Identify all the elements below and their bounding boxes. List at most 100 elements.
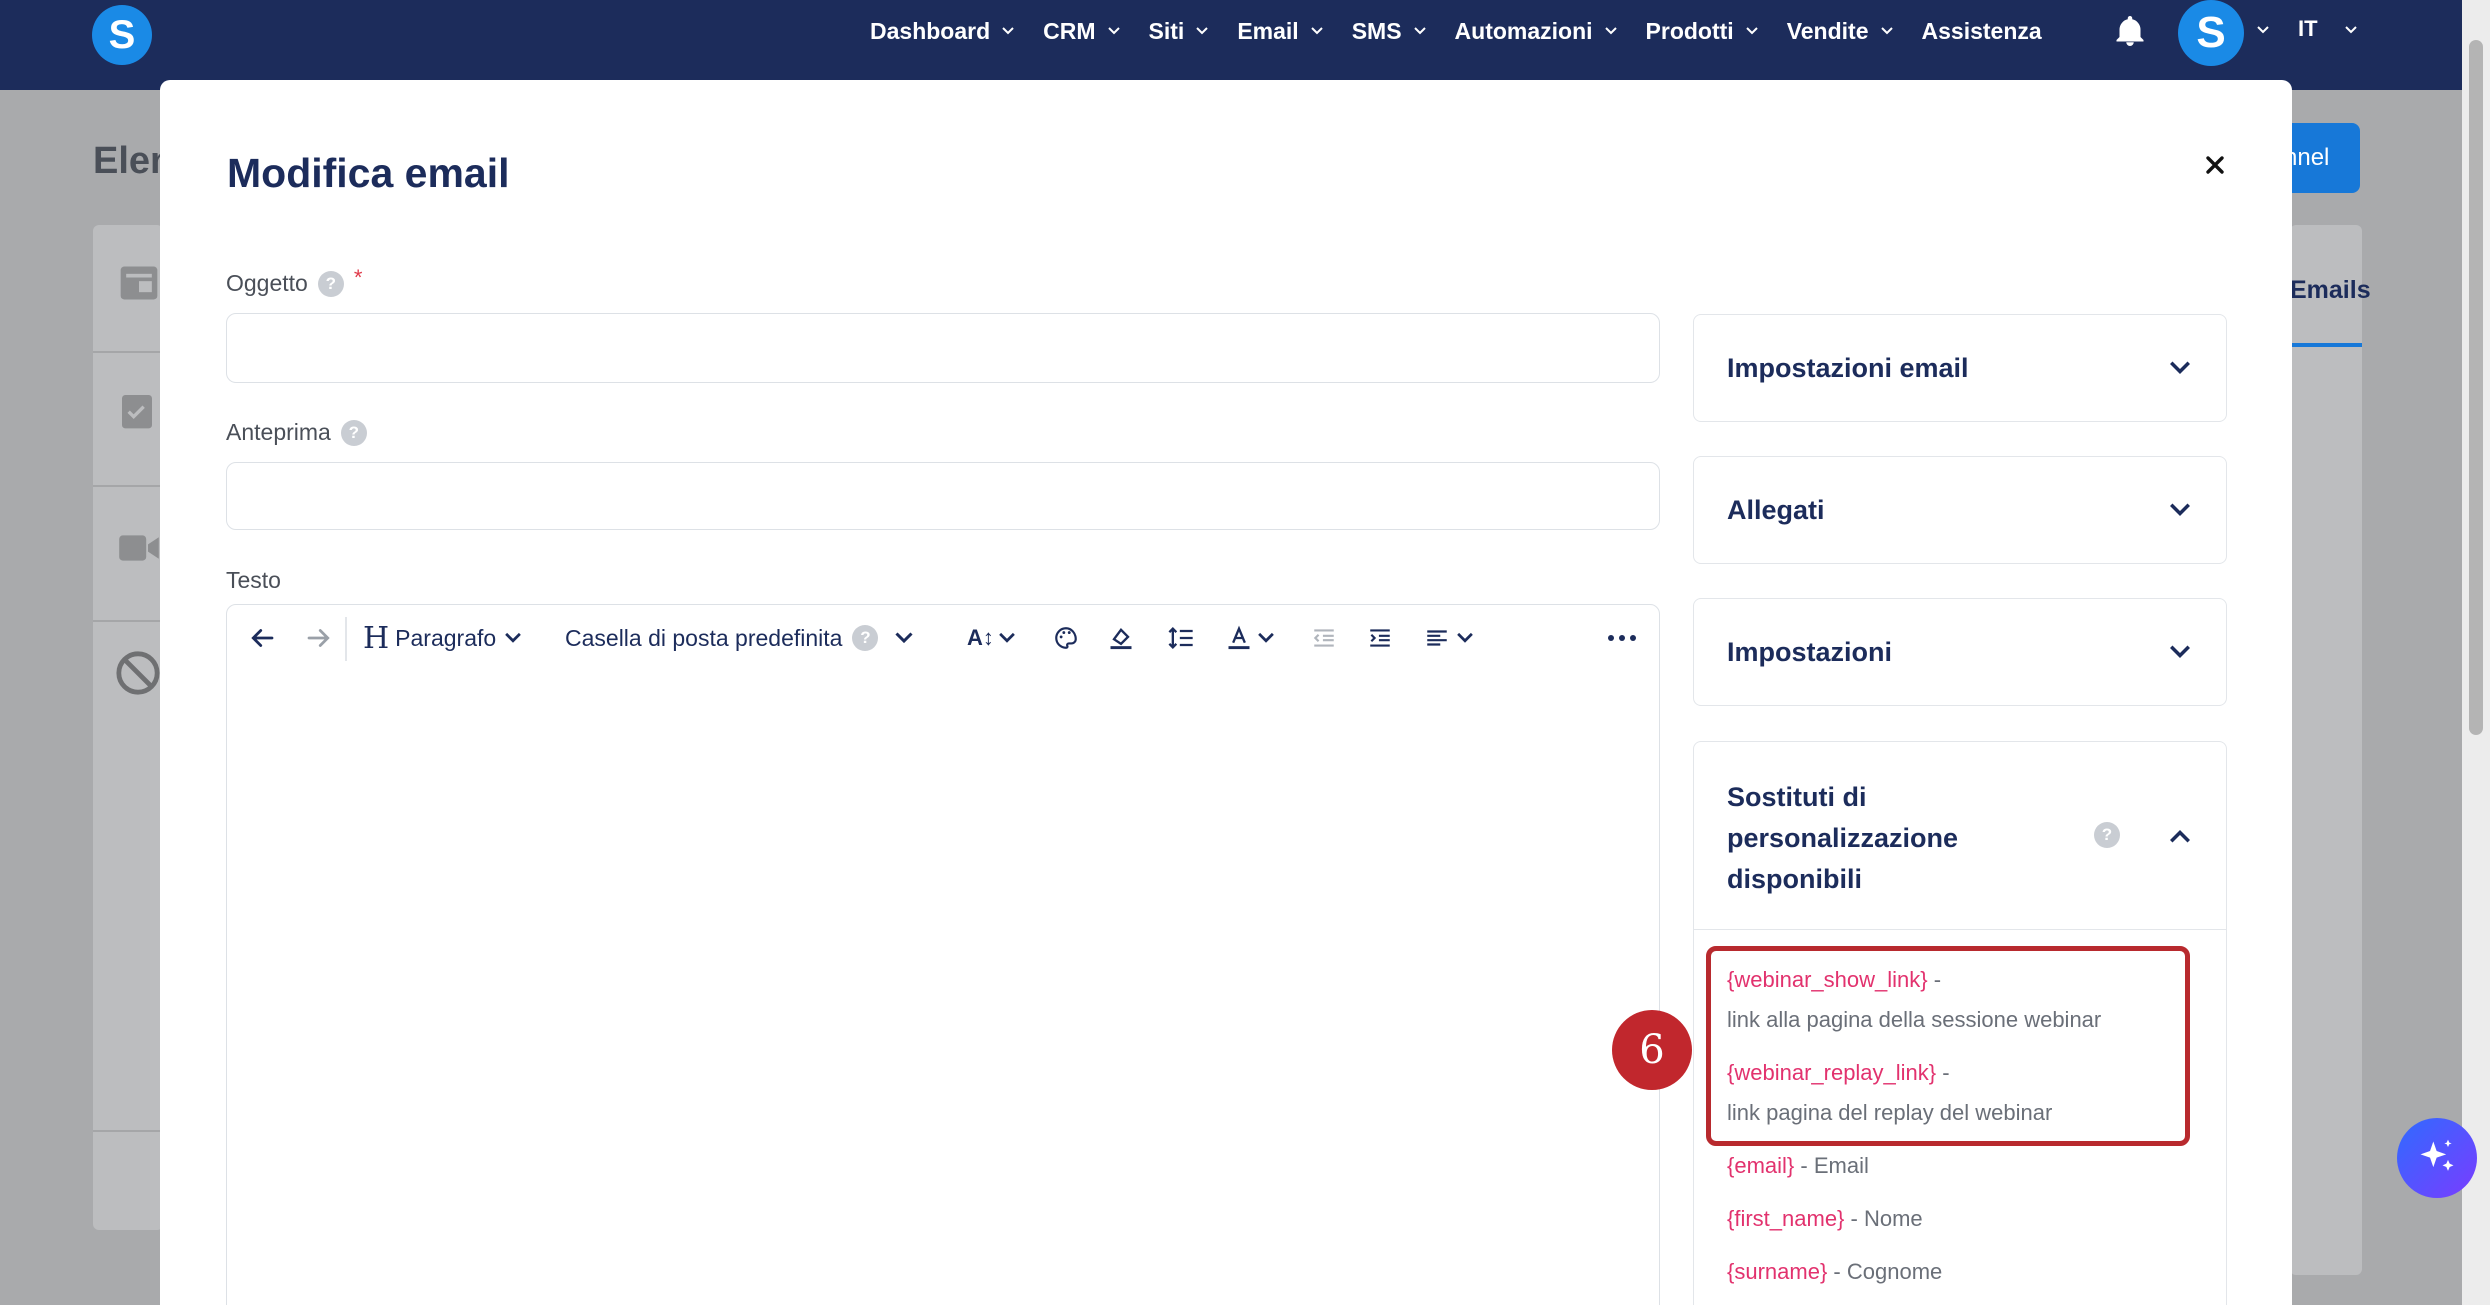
- sparkles-icon: [2420, 1139, 2454, 1171]
- attachments-title: Allegati: [1727, 495, 1825, 525]
- heading-icon: H: [363, 620, 390, 656]
- align-left-icon: [1427, 630, 1447, 646]
- more-options-icon[interactable]: [1607, 623, 1637, 653]
- substitute-token[interactable]: {first_name}: [1727, 1206, 1844, 1231]
- body-label: Testo: [226, 567, 281, 594]
- help-icon[interactable]: ?: [340, 419, 367, 446]
- list-item: {surname} - Cognome: [1727, 1259, 1942, 1285]
- nav-item-automazioni[interactable]: Automazioni: [1455, 18, 1619, 45]
- nav-item-email[interactable]: Email: [1237, 18, 1324, 45]
- nav-item-vendite[interactable]: Vendite: [1787, 18, 1895, 45]
- top-navbar: S Dashboard CRM Siti Email SMS Automazioni Pro…: [0, 0, 2490, 90]
- page-scrollbar[interactable]: [2462, 0, 2490, 1305]
- chevron-down-icon: [505, 632, 522, 643]
- mailbox-label: Casella di posta predefinita: [565, 624, 843, 651]
- palette-icon[interactable]: [1053, 623, 1079, 653]
- language-selector[interactable]: IT: [2298, 16, 2318, 42]
- substitute-separator: -: [1794, 1153, 1814, 1178]
- chevron-down-icon[interactable]: [2343, 22, 2359, 38]
- email-settings-card[interactable]: Impostazioni email: [1693, 314, 2227, 422]
- subject-input[interactable]: [226, 313, 1660, 383]
- redo-icon[interactable]: [304, 623, 334, 653]
- nav-item-label: Dashboard: [870, 17, 991, 44]
- nav-item-label: Prodotti: [1645, 17, 1734, 44]
- nav-item-dashboard[interactable]: Dashboard: [870, 18, 1016, 45]
- substitute-description: Nome: [1863, 1206, 1923, 1231]
- nav-item-siti[interactable]: Siti: [1149, 18, 1211, 45]
- chevron-down-icon: [1107, 27, 1120, 35]
- text-align-dropdown[interactable]: [1424, 623, 1476, 653]
- editor-toolbar: H Paragrafo Casella di posta predefinita…: [227, 605, 1659, 671]
- annotation-step-badge: 6: [1612, 1010, 1692, 1090]
- annotation-highlight-box: [1706, 946, 2190, 1146]
- substitutes-title: Sostituti di personalizzazione disponibi…: [1727, 782, 1959, 894]
- nav-item-crm[interactable]: CRM: [1043, 18, 1121, 45]
- newsletter-icon: [120, 266, 158, 300]
- nav-item-sms[interactable]: SMS: [1352, 18, 1428, 45]
- chevron-down-icon: [1413, 27, 1426, 35]
- clipboard-check-icon: [122, 395, 152, 429]
- chevron-down-icon: [1196, 27, 1209, 35]
- line-height-icon[interactable]: [1167, 623, 1195, 653]
- chevron-down-icon[interactable]: [2166, 354, 2194, 382]
- substitutes-header[interactable]: Sostituti di personalizzazione disponibi…: [1694, 742, 2226, 930]
- attachments-card[interactable]: Allegati: [1693, 456, 2227, 564]
- substitute-token[interactable]: {email}: [1727, 1153, 1794, 1178]
- chevron-down-icon: [1310, 27, 1323, 35]
- nav-item-assistenza[interactable]: Assistenza: [1922, 18, 2042, 45]
- chevron-down-icon: [1880, 27, 1893, 35]
- help-icon[interactable]: ?: [317, 270, 344, 297]
- undo-icon[interactable]: [247, 623, 277, 653]
- email-settings-title: Impostazioni email: [1727, 353, 1969, 383]
- mailbox-dropdown[interactable]: Casella di posta predefinita ?: [565, 623, 916, 653]
- chevron-up-icon[interactable]: [2166, 822, 2194, 850]
- font-size-dropdown[interactable]: A↕: [967, 623, 1018, 653]
- chevron-down-icon[interactable]: [2166, 496, 2194, 524]
- nav-item-label: Email: [1237, 17, 1299, 44]
- nav-item-label: Siti: [1148, 17, 1185, 44]
- chevron-down-icon[interactable]: [2166, 638, 2194, 666]
- background-right-panel: [2290, 225, 2362, 1275]
- font-size-icon: A↕: [967, 625, 994, 650]
- chevron-down-icon: [1002, 27, 1014, 35]
- chevron-down-icon: [1258, 632, 1274, 643]
- list-item: {first_name} - Nome: [1727, 1206, 1923, 1232]
- ban-icon: [116, 651, 160, 695]
- nav-item-prodotti[interactable]: Prodotti: [1646, 18, 1760, 45]
- list-item: {email} - Email: [1727, 1153, 1869, 1179]
- video-camera-icon: [119, 535, 159, 561]
- body-label-text: Testo: [226, 567, 281, 593]
- scrollbar-thumb[interactable]: [2469, 40, 2483, 735]
- main-nav: Dashboard CRM Siti Email SMS Automazioni Prodo…: [870, 0, 2069, 62]
- help-icon[interactable]: ?: [852, 625, 879, 651]
- app-logo[interactable]: S: [92, 5, 152, 65]
- ai-assistant-button[interactable]: [2397, 1118, 2477, 1198]
- paragraph-style-dropdown[interactable]: H Paragrafo: [363, 620, 524, 656]
- text-color-dropdown[interactable]: [1225, 623, 1277, 653]
- settings-title: Impostazioni: [1727, 637, 1893, 667]
- rich-text-editor[interactable]: H Paragrafo Casella di posta predefinita…: [226, 604, 1660, 1305]
- background-tab-underline: [2290, 343, 2362, 347]
- help-icon[interactable]: ?: [2094, 822, 2120, 848]
- chevron-down-icon: [895, 632, 914, 644]
- nav-item-label: SMS: [1351, 17, 1402, 44]
- substitute-description: Email: [1813, 1153, 1869, 1178]
- preview-input[interactable]: [226, 462, 1660, 530]
- chevron-down-icon[interactable]: [2255, 22, 2271, 38]
- indent-icon[interactable]: [1367, 623, 1393, 653]
- user-avatar[interactable]: S: [2178, 0, 2244, 66]
- required-marker: *: [353, 264, 363, 290]
- preview-label: Anteprima ?: [226, 419, 367, 446]
- nav-item-label: Vendite: [1786, 17, 1869, 44]
- substitute-separator: -: [1827, 1259, 1847, 1284]
- text-color-icon: [1228, 625, 1250, 650]
- close-icon[interactable]: [2195, 145, 2235, 185]
- settings-card[interactable]: Impostazioni: [1693, 598, 2227, 706]
- highlight-color-icon[interactable]: [1107, 623, 1135, 653]
- chevron-down-icon: [999, 632, 1015, 643]
- notifications-bell-icon[interactable]: [2112, 13, 2148, 49]
- preview-label-text: Anteprima: [226, 419, 331, 445]
- outdent-icon[interactable]: [1311, 623, 1337, 653]
- substitute-token[interactable]: {surname}: [1727, 1259, 1827, 1284]
- substitute-description: Cognome: [1846, 1259, 1943, 1284]
